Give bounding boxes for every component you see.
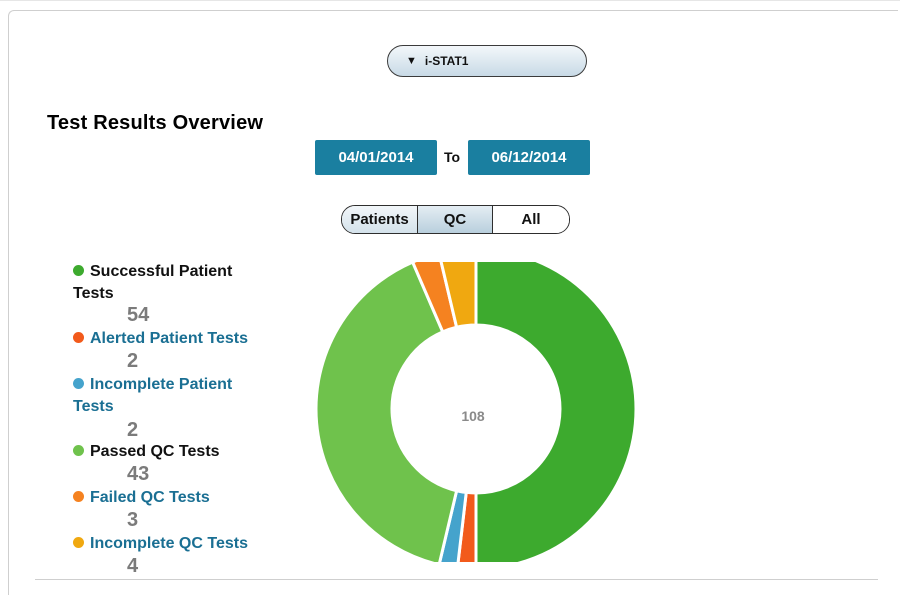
legend-item-alerted-patient-tests[interactable]: Alerted Patient Tests 2: [73, 328, 303, 372]
legend-label: Alerted Patient Tests: [73, 328, 303, 350]
legend-dot-icon: [73, 265, 84, 276]
test-results-donut-chart: 108: [316, 262, 638, 562]
legend-item-incomplete-patient-tests[interactable]: Incomplete Patient Tests 2: [73, 374, 303, 441]
legend-item-incomplete-qc-tests[interactable]: Incomplete QC Tests 4: [73, 533, 303, 577]
legend-value: 2: [127, 419, 139, 441]
legend-value: 2: [127, 350, 139, 372]
legend-value: 54: [127, 304, 150, 326]
legend-label: Successful Patient Tests: [73, 263, 233, 302]
filter-all-button[interactable]: All: [493, 206, 569, 233]
legend-item-successful-patient-tests[interactable]: Successful Patient Tests 54: [73, 261, 303, 326]
legend-value: 4: [127, 555, 139, 577]
bottom-divider: [35, 579, 878, 580]
legend-label: Passed QC Tests: [73, 441, 303, 463]
legend-value: 3: [127, 509, 139, 531]
filter-patients-button[interactable]: Patients: [342, 206, 418, 233]
device-dropdown-label: i-STAT1: [424, 54, 469, 68]
top-divider: [0, 0, 900, 1]
triangle-down-icon: ▼: [406, 55, 417, 67]
legend-item-failed-qc-tests[interactable]: Failed QC Tests 3: [73, 487, 303, 531]
filter-qc-button[interactable]: QC: [418, 206, 493, 233]
legend-label: Failed QC Tests: [73, 487, 303, 509]
device-dropdown[interactable]: ▼ i-STAT1: [387, 45, 587, 77]
donut-center-total: 108: [461, 408, 485, 424]
legend-dot-icon: [73, 491, 84, 502]
legend-dot-icon: [73, 537, 84, 548]
legend-value: 43: [127, 463, 150, 485]
legend-dot-icon: [73, 332, 84, 343]
date-to-button[interactable]: 06/12/2014: [468, 140, 590, 175]
test-type-filter: Patients QC All: [341, 205, 570, 234]
page-title: Test Results Overview: [47, 112, 264, 134]
legend-label: Incomplete Patient Tests: [73, 376, 233, 415]
legend-item-passed-qc-tests[interactable]: Passed QC Tests 43: [73, 441, 303, 485]
date-to-label: To: [444, 149, 461, 165]
date-from-button[interactable]: 04/01/2014: [315, 140, 437, 175]
legend-label: Incomplete QC Tests: [73, 533, 303, 555]
legend-dot-icon: [73, 445, 84, 456]
donut-slice-successful-patient-tests[interactable]: [474, 262, 638, 562]
legend-dot-icon: [73, 378, 84, 389]
